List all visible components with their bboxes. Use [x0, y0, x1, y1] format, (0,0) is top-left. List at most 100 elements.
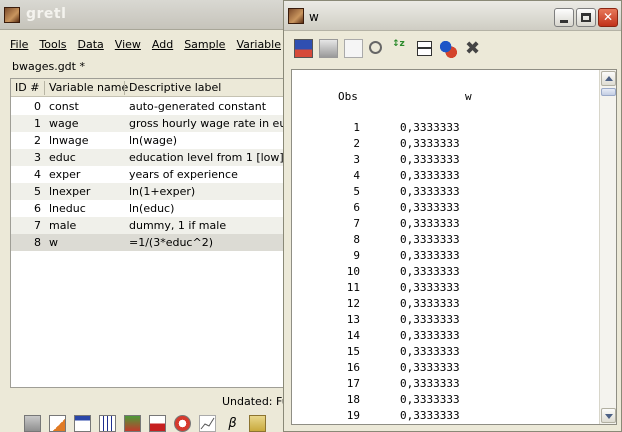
- menu-view[interactable]: View: [115, 38, 141, 56]
- col-header-label[interactable]: Descriptive label: [129, 81, 221, 94]
- pdf-icon[interactable]: [149, 415, 166, 432]
- series-data-pane[interactable]: Obs w 1 0,3333333 2 0,3333333 3 0,3333333 4…: [291, 69, 617, 425]
- col-header-id[interactable]: ID #: [15, 81, 39, 94]
- edit-icon[interactable]: [438, 39, 457, 58]
- data-row: 4 0,3333333: [292, 169, 592, 185]
- data-row: 14 0,3333333: [292, 329, 592, 345]
- data-row: 18 0,3333333: [292, 393, 592, 409]
- variable-row[interactable]: 7 male dummy, 1 if male: [11, 217, 299, 234]
- sort-icon[interactable]: ↕z: [392, 39, 411, 58]
- obs-value: 0,3333333: [400, 377, 460, 390]
- obs-value: 0,3333333: [400, 137, 460, 150]
- var-id: 3: [34, 151, 41, 164]
- menubar: File Tools Data View Add Sample Variable: [10, 38, 281, 56]
- menu-sample[interactable]: Sample: [184, 38, 225, 56]
- obs-number: 17: [346, 377, 360, 390]
- col-header-name[interactable]: Variable name: [49, 81, 128, 94]
- gretl-window-title: gretl: [26, 6, 67, 22]
- data-row: 5 0,3333333: [292, 185, 592, 201]
- obs-number: 8: [353, 233, 360, 246]
- gretl-main-window: gretl File Tools Data View Add Sample Va…: [0, 0, 300, 432]
- menu-file[interactable]: File: [10, 38, 28, 56]
- variable-row[interactable]: 5 lnexper ln(1+exper): [11, 183, 299, 200]
- var-id: 7: [34, 219, 41, 232]
- minimize-icon: [560, 20, 568, 23]
- save-icon[interactable]: [294, 39, 313, 58]
- variable-row[interactable]: 2 lnwage ln(wage): [11, 132, 299, 149]
- variable-row[interactable]: 3 educ education level from 1 [low] to 5: [11, 149, 299, 166]
- close-window-icon: ✕: [602, 10, 614, 24]
- var-id: 4: [34, 168, 41, 181]
- variable-row[interactable]: 4 exper years of experience: [11, 166, 299, 183]
- gretl-app-icon[interactable]: [4, 7, 20, 23]
- menu-add[interactable]: Add: [152, 38, 173, 56]
- scroll-up-button[interactable]: [601, 71, 616, 86]
- split-icon[interactable]: [417, 41, 432, 56]
- copy-icon[interactable]: [344, 39, 363, 58]
- obs-number: 4: [353, 169, 360, 182]
- vertical-scrollbar[interactable]: [599, 70, 616, 424]
- obs-value: 0,3333333: [400, 393, 460, 406]
- model-icon[interactable]: [124, 415, 141, 432]
- plot-icon[interactable]: [199, 415, 216, 432]
- variable-row-selected[interactable]: 8 w =1/(3*educ^2): [11, 234, 299, 251]
- scroll-down-button[interactable]: [601, 408, 616, 423]
- obs-value: 0,3333333: [400, 249, 460, 262]
- maximize-icon: [581, 13, 591, 22]
- menu-variable[interactable]: Variable: [236, 38, 281, 56]
- data-row: 10 0,3333333: [292, 265, 592, 281]
- notepad-icon[interactable]: [49, 415, 66, 432]
- spreadsheet-icon[interactable]: [99, 415, 116, 432]
- variable-row[interactable]: 1 wage gross hourly wage rate in euro: [11, 115, 299, 132]
- variable-row[interactable]: 0 const auto-generated constant: [11, 98, 299, 115]
- data-row: 1 0,3333333: [292, 121, 592, 137]
- obs-number: 13: [346, 313, 360, 326]
- data-row: 2 0,3333333: [292, 137, 592, 153]
- calculator-icon[interactable]: [24, 415, 41, 432]
- scroll-thumb[interactable]: [601, 88, 616, 96]
- var-id: 1: [34, 117, 41, 130]
- obs-column-header: Obs: [338, 90, 358, 103]
- var-name: exper: [49, 168, 81, 181]
- var-name: male: [49, 219, 77, 232]
- data-row: 6 0,3333333: [292, 201, 592, 217]
- menu-data[interactable]: Data: [78, 38, 104, 56]
- obs-value: 0,3333333: [400, 281, 460, 294]
- gretl-icon-toolbar: β: [24, 415, 266, 432]
- var-label: ln(wage): [129, 134, 178, 147]
- gretl-titlebar[interactable]: gretl: [0, 0, 300, 30]
- find-icon[interactable]: [369, 41, 382, 54]
- data-row: 8 0,3333333: [292, 233, 592, 249]
- var-name: lnexper: [49, 185, 91, 198]
- var-id: 6: [34, 202, 41, 215]
- beta-icon[interactable]: β: [224, 415, 241, 432]
- data-row: 9 0,3333333: [292, 249, 592, 265]
- minimize-button[interactable]: [554, 8, 574, 27]
- data-row: 15 0,3333333: [292, 345, 592, 361]
- close-icon[interactable]: ✖: [463, 39, 482, 58]
- col-separator: [44, 81, 45, 95]
- obs-value: 0,3333333: [400, 121, 460, 134]
- help-icon[interactable]: [174, 415, 191, 432]
- chevron-down-icon: [605, 414, 613, 419]
- obs-number: 15: [346, 345, 360, 358]
- data-row: 7 0,3333333: [292, 217, 592, 233]
- series-window-app-icon[interactable]: [288, 8, 304, 24]
- obs-number: 2: [353, 137, 360, 150]
- close-window-button[interactable]: ✕: [598, 8, 618, 27]
- terminal-icon[interactable]: [74, 415, 91, 432]
- variable-list[interactable]: ID # Variable name Descriptive label 0 c…: [10, 78, 300, 388]
- var-label: education level from 1 [low] to 5: [129, 151, 300, 164]
- variable-row[interactable]: 6 lneduc ln(educ): [11, 200, 299, 217]
- var-label: auto-generated constant: [129, 100, 267, 113]
- obs-number: 11: [346, 281, 360, 294]
- series-window-titlebar[interactable]: w ✕: [284, 1, 621, 31]
- var-id: 5: [34, 185, 41, 198]
- print-icon[interactable]: [319, 39, 338, 58]
- menu-tools[interactable]: Tools: [39, 38, 66, 56]
- obs-number: 7: [353, 217, 360, 230]
- maximize-button[interactable]: [576, 8, 596, 27]
- obs-number: 12: [346, 297, 360, 310]
- data-row: 16 0,3333333: [292, 361, 592, 377]
- folder-icon[interactable]: [249, 415, 266, 432]
